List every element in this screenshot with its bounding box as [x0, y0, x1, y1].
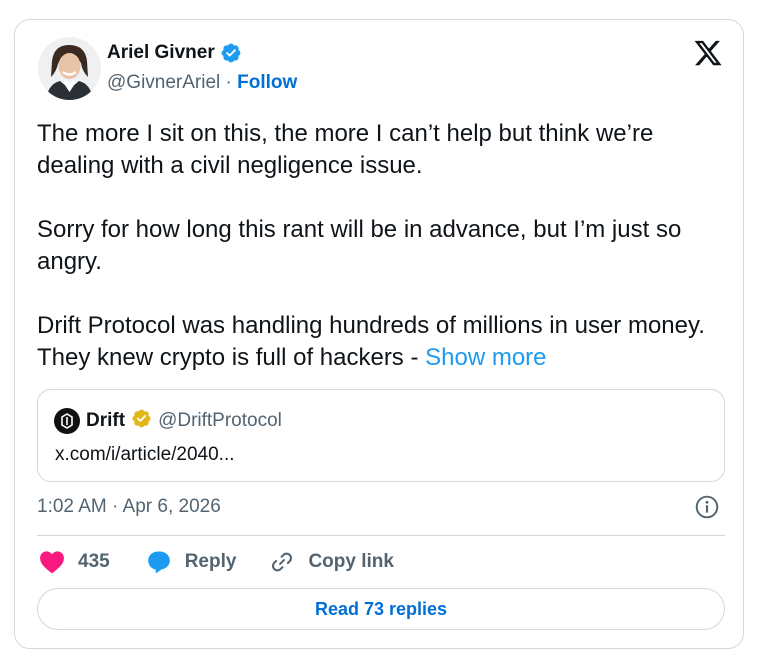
tweet-text: The more I sit on this, the more I can’t…	[37, 118, 717, 374]
quote-author-handle[interactable]: @DriftProtocol	[158, 410, 282, 432]
tweet-timestamp[interactable]: 1:02 AM · Apr 6, 2026	[37, 496, 221, 518]
heart-icon	[39, 550, 65, 574]
read-replies-button[interactable]: Read 73 replies	[37, 588, 725, 630]
copy-link-label: Copy link	[308, 551, 394, 572]
gold-verified-badge-icon	[131, 408, 152, 434]
action-bar: 435 Reply Copy link	[39, 547, 394, 577]
tweet-paragraph-3-text: Drift Protocol was handling hundreds of …	[37, 312, 705, 371]
like-count: 435	[78, 551, 110, 572]
quote-author-name[interactable]: Drift	[86, 410, 125, 432]
reply-bubble-icon	[146, 549, 172, 575]
author-avatar[interactable]	[38, 37, 101, 100]
show-more-link[interactable]: Show more	[425, 344, 546, 371]
follow-button[interactable]: Follow	[237, 72, 297, 93]
divider	[37, 535, 725, 536]
reply-label: Reply	[184, 551, 237, 572]
quote-article-link[interactable]: x.com/i/article/2040...	[55, 444, 235, 466]
like-button[interactable]: 435	[39, 550, 110, 574]
tweet-paragraph-2: Sorry for how long this rant will be in …	[37, 216, 682, 275]
author-handle[interactable]: @GivnerAriel	[107, 72, 220, 93]
handle-separator: ·	[225, 72, 232, 93]
quoted-tweet[interactable]: Drift @DriftProtocol x.com/i/article/204…	[37, 389, 725, 482]
verified-badge-icon	[220, 42, 242, 64]
tweet-paragraph-3: Drift Protocol was handling hundreds of …	[37, 310, 717, 374]
author-name[interactable]: Ariel Givner	[107, 42, 215, 64]
drift-avatar[interactable]	[54, 408, 80, 434]
x-logo-icon[interactable]	[693, 38, 723, 68]
info-icon[interactable]	[694, 494, 720, 520]
tweet-card[interactable]: Ariel Givner @GivnerAriel · Follow The m…	[14, 19, 744, 649]
copy-link-button[interactable]: Copy link	[269, 549, 394, 575]
reply-button[interactable]: Reply	[146, 549, 237, 575]
link-icon	[269, 549, 295, 575]
tweet-paragraph-1: The more I sit on this, the more I can’t…	[37, 120, 654, 179]
